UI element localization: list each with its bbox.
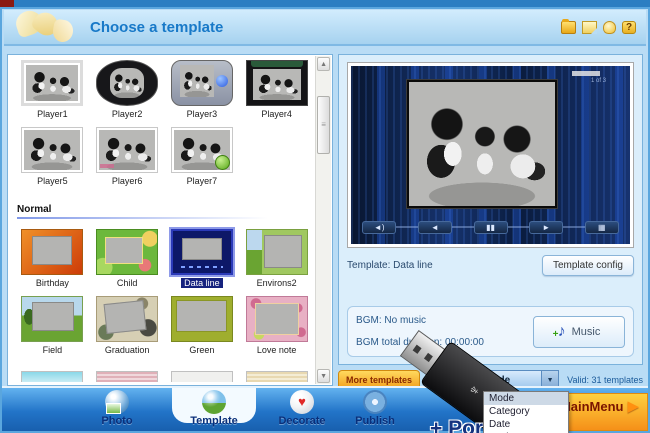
valid-templates-count: Valid: 31 templates: [567, 375, 643, 385]
folder-icon[interactable]: [561, 18, 576, 34]
scrollbar[interactable]: ▲ ▼: [315, 56, 332, 384]
notes-icon[interactable]: [582, 20, 597, 34]
template-item-player7[interactable]: Player7: [165, 127, 240, 186]
watermark-badge: [572, 71, 600, 76]
tab-decorate[interactable]: ♥ Decorate: [265, 390, 339, 427]
template-item-environs2[interactable]: Environs2: [239, 229, 314, 288]
app-window: Choose a template ? Player1 Player2 Play…: [0, 7, 650, 433]
page-title: Choose a template: [90, 18, 224, 36]
lightbulb-icon[interactable]: [603, 20, 616, 34]
slide-counter: 1 of 3: [590, 78, 606, 84]
usb-symbol-icon: ♆: [464, 380, 485, 401]
window-top-edge: [0, 0, 650, 7]
template-item-field[interactable]: Field: [15, 296, 90, 355]
template-item-player6[interactable]: Player6: [90, 127, 165, 186]
group-by-options-list: Mode Category Date Pack: [483, 391, 570, 433]
template-config-button[interactable]: Template config: [541, 255, 634, 276]
tab-photo[interactable]: Photo: [80, 390, 154, 427]
template-item-player2[interactable]: Player2: [90, 60, 165, 119]
header: Choose a template ?: [4, 7, 646, 46]
selected-template-thumb: [170, 229, 233, 275]
add-icon: +: [552, 328, 559, 340]
music-note-icon: ♪ +: [552, 322, 566, 340]
template-icon: [202, 390, 226, 414]
grid-icon[interactable]: ▦: [584, 221, 619, 234]
pause-icon[interactable]: ▮▮: [473, 221, 508, 234]
template-name-text: Template: Data line: [347, 260, 433, 271]
template-item-birthday[interactable]: Birthday: [15, 229, 90, 288]
player-template-grid: Player1 Player2 Player3 Player4 Player5 …: [15, 60, 314, 355]
prev-icon[interactable]: ◄: [417, 221, 452, 234]
partially-visible-template-row: [15, 371, 314, 382]
preview-panel: 1 of 3 ◄) ◄ ▮▮ ► ▦ Template: Data line T: [338, 54, 643, 365]
bgm-status-text: BGM: No music: [356, 315, 427, 326]
template-item-lovenote[interactable]: Love note: [239, 296, 314, 355]
template-item-partial-2[interactable]: [96, 371, 159, 382]
template-item-green[interactable]: Green: [165, 296, 240, 355]
template-list-panel: Player1 Player2 Player3 Player4 Player5 …: [7, 54, 334, 386]
template-item-partial-3[interactable]: [170, 371, 233, 382]
app-logo-icon: [12, 7, 78, 44]
template-item-child[interactable]: Child: [90, 229, 165, 288]
scrollbar-thumb[interactable]: [317, 96, 331, 154]
volume-icon[interactable]: ◄): [362, 221, 397, 234]
decorate-heart-icon: ♥: [290, 390, 314, 414]
tab-publish[interactable]: Publish: [338, 390, 412, 427]
template-info-row: Template: Data line Template config: [347, 255, 634, 276]
photo-icon: [105, 390, 129, 414]
template-item-player3[interactable]: Player3: [165, 60, 240, 119]
main-content: Player1 Player2 Player3 Player4 Player5 …: [7, 54, 643, 433]
music-button[interactable]: ♪ + Music: [533, 315, 625, 348]
bgm-box: BGM: No music BGM total duration: 00:00:…: [347, 306, 634, 357]
dropdown-option-category[interactable]: Category: [484, 405, 568, 418]
playback-controls: ◄) ◄ ▮▮ ► ▦: [362, 220, 619, 235]
right-column: 1 of 3 ◄) ◄ ▮▮ ► ▦ Template: Data line T: [338, 54, 643, 433]
next-icon[interactable]: ►: [529, 221, 564, 234]
template-item-partial-1[interactable]: [21, 371, 84, 382]
dropdown-option-mode[interactable]: Mode: [484, 392, 569, 405]
template-item-player4[interactable]: Player4: [239, 60, 314, 119]
preview-photo: [406, 80, 558, 209]
tab-template[interactable]: Template: [177, 390, 251, 427]
dropdown-option-date[interactable]: Date: [484, 418, 568, 431]
template-list: Player1 Player2 Player3 Player4 Player5 …: [9, 56, 314, 384]
selected-template-label: Data line: [181, 278, 223, 288]
section-header-normal: Normal: [17, 204, 312, 219]
template-preview: 1 of 3 ◄) ◄ ▮▮ ► ▦: [347, 62, 634, 248]
template-item-partial-4[interactable]: [245, 371, 308, 382]
template-item-player5[interactable]: Player5: [15, 127, 90, 186]
scroll-up-icon[interactable]: ▲: [317, 57, 331, 71]
template-item-graduation[interactable]: Graduation: [90, 296, 165, 355]
preview-screen: 1 of 3 ◄) ◄ ▮▮ ► ▦: [351, 66, 630, 244]
template-item-player1[interactable]: Player1: [15, 60, 90, 119]
template-item-dataline[interactable]: Data line: [165, 229, 240, 288]
arrow-right-icon: ▶: [627, 398, 640, 415]
header-toolbar: ?: [561, 18, 636, 34]
scroll-down-icon[interactable]: ▼: [317, 369, 331, 383]
help-icon[interactable]: ?: [622, 20, 636, 34]
publish-disc-icon: [363, 390, 387, 414]
